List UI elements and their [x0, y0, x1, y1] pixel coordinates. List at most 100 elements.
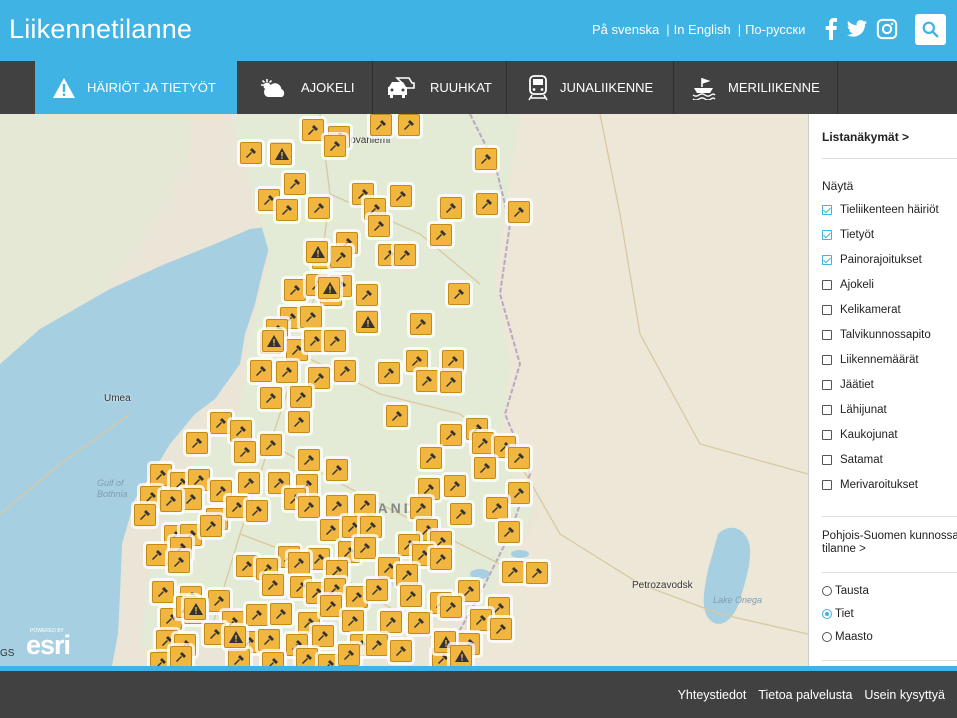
roadwork-marker[interactable] — [508, 201, 530, 223]
roadwork-marker[interactable] — [386, 405, 408, 427]
list-views-link[interactable]: Listanäkymät > — [822, 130, 909, 144]
roadwork-marker[interactable] — [346, 586, 368, 608]
roadwork-marker[interactable] — [320, 519, 342, 541]
layer-toggle[interactable]: Tieliikenteen häiriöt — [822, 204, 939, 216]
layer-toggle[interactable]: Kaukojunat — [822, 429, 898, 441]
roadwork-marker[interactable] — [354, 537, 376, 559]
roadwork-marker[interactable] — [440, 197, 462, 219]
esri-logo[interactable]: esri — [26, 630, 71, 661]
basemap-radio[interactable] — [822, 609, 832, 619]
roadwork-marker[interactable] — [474, 457, 496, 479]
roadwork-marker[interactable] — [230, 420, 252, 442]
roadwork-marker[interactable] — [370, 114, 392, 136]
instagram-icon[interactable] — [876, 18, 898, 40]
roadwork-marker[interactable] — [160, 490, 182, 512]
layer-checkbox[interactable] — [822, 280, 832, 290]
roadwork-marker[interactable] — [366, 579, 388, 601]
basemap-option[interactable]: Tiet — [822, 608, 854, 620]
roadwork-marker[interactable] — [526, 562, 548, 584]
tab-road-weather[interactable]: AJOKELI — [237, 61, 373, 114]
tab-rail-traffic[interactable]: JUNALIIKENNE — [507, 61, 674, 114]
roadwork-marker[interactable] — [440, 371, 462, 393]
roadwork-marker[interactable] — [476, 193, 498, 215]
roadwork-marker[interactable] — [246, 604, 268, 626]
warning-marker[interactable] — [184, 598, 206, 620]
roadwork-marker[interactable] — [276, 361, 298, 383]
roadwork-marker[interactable] — [228, 649, 250, 666]
roadwork-marker[interactable] — [250, 360, 272, 382]
roadwork-marker[interactable] — [380, 611, 402, 633]
roadwork-marker[interactable] — [296, 648, 318, 666]
roadwork-marker[interactable] — [400, 585, 422, 607]
roadwork-marker[interactable] — [258, 629, 280, 651]
footer-faq-link[interactable]: Usein kysyttyä — [864, 688, 945, 702]
roadwork-marker[interactable] — [470, 609, 492, 631]
layer-checkbox[interactable] — [822, 380, 832, 390]
roadwork-marker[interactable] — [210, 412, 232, 434]
roadwork-marker[interactable] — [152, 581, 174, 603]
tab-maritime-traffic[interactable]: MERILIIKENNE — [674, 61, 838, 114]
layer-toggle[interactable]: Tietyöt — [822, 229, 874, 241]
layer-toggle[interactable]: Ajokeli — [822, 279, 874, 291]
roadwork-marker[interactable] — [338, 644, 360, 666]
roadwork-marker[interactable] — [508, 482, 530, 504]
roadwork-marker[interactable] — [444, 475, 466, 497]
roadwork-marker[interactable] — [410, 497, 432, 519]
roadwork-marker[interactable] — [486, 497, 508, 519]
layer-toggle[interactable]: Talvikunnossapito — [822, 329, 931, 341]
roadwork-marker[interactable] — [326, 459, 348, 481]
roadwork-marker[interactable] — [440, 596, 462, 618]
layer-toggle[interactable]: Liikennemäärät — [822, 354, 919, 366]
roadwork-marker[interactable] — [288, 411, 310, 433]
roadwork-marker[interactable] — [262, 574, 284, 596]
warning-marker[interactable] — [450, 645, 472, 666]
layer-checkbox[interactable] — [822, 330, 832, 340]
roadwork-marker[interactable] — [262, 652, 284, 666]
roadwork-marker[interactable] — [324, 330, 346, 352]
roadwork-marker[interactable] — [320, 595, 342, 617]
roadwork-marker[interactable] — [260, 387, 282, 409]
warning-marker[interactable] — [356, 311, 378, 333]
layer-toggle[interactable]: Painorajoitukset — [822, 254, 922, 266]
roadwork-marker[interactable] — [420, 447, 442, 469]
roadwork-marker[interactable] — [390, 640, 412, 662]
roadwork-marker[interactable] — [406, 350, 428, 372]
roadwork-marker[interactable] — [290, 386, 312, 408]
roadwork-marker[interactable] — [180, 488, 202, 510]
roadwork-marker[interactable] — [354, 494, 376, 516]
footer-contact-link[interactable]: Yhteystiedot — [678, 688, 747, 702]
roadwork-marker[interactable] — [356, 284, 378, 306]
roadwork-marker[interactable] — [396, 564, 418, 586]
roadwork-marker[interactable] — [490, 618, 512, 640]
roadwork-marker[interactable] — [430, 224, 452, 246]
tab-congestion[interactable]: RUUHKAT — [373, 61, 507, 114]
roadwork-marker[interactable] — [378, 362, 400, 384]
warning-marker[interactable] — [306, 241, 328, 263]
layer-checkbox[interactable] — [822, 305, 832, 315]
warning-marker[interactable] — [224, 626, 246, 648]
layer-toggle[interactable]: Lähijunat — [822, 404, 887, 416]
tab-disruptions[interactable]: HÄIRIÖT JA TIETYÖT — [35, 61, 237, 114]
lang-russian-link[interactable]: По-русски — [745, 22, 805, 37]
roadwork-marker[interactable] — [308, 197, 330, 219]
site-logo[interactable]: Liikennetilanne — [9, 14, 192, 45]
roadwork-marker[interactable] — [475, 148, 497, 170]
roadwork-marker[interactable] — [324, 135, 346, 157]
roadwork-marker[interactable] — [360, 516, 382, 538]
layer-toggle[interactable]: Merivaroitukset — [822, 479, 918, 491]
traffic-map[interactable]: Rovaniemi Umea Gulf of Bothnia LAND Petr… — [0, 114, 808, 666]
layer-checkbox[interactable] — [822, 205, 832, 215]
roadwork-marker[interactable] — [440, 424, 462, 446]
lang-swedish-link[interactable]: På svenska — [592, 22, 659, 37]
basemap-option[interactable]: Tausta — [822, 585, 869, 597]
roadwork-marker[interactable] — [168, 551, 190, 573]
roadwork-marker[interactable] — [326, 495, 348, 517]
roadwork-marker[interactable] — [302, 119, 324, 141]
roadwork-marker[interactable] — [398, 114, 420, 136]
layer-toggle[interactable]: Kelikamerat — [822, 304, 901, 316]
roadwork-marker[interactable] — [284, 173, 306, 195]
layer-checkbox[interactable] — [822, 355, 832, 365]
warning-marker[interactable] — [270, 143, 292, 165]
roadwork-marker[interactable] — [304, 330, 326, 352]
region-link[interactable]: Pohjois-Suomen kunnossa tilanne > — [822, 530, 957, 556]
